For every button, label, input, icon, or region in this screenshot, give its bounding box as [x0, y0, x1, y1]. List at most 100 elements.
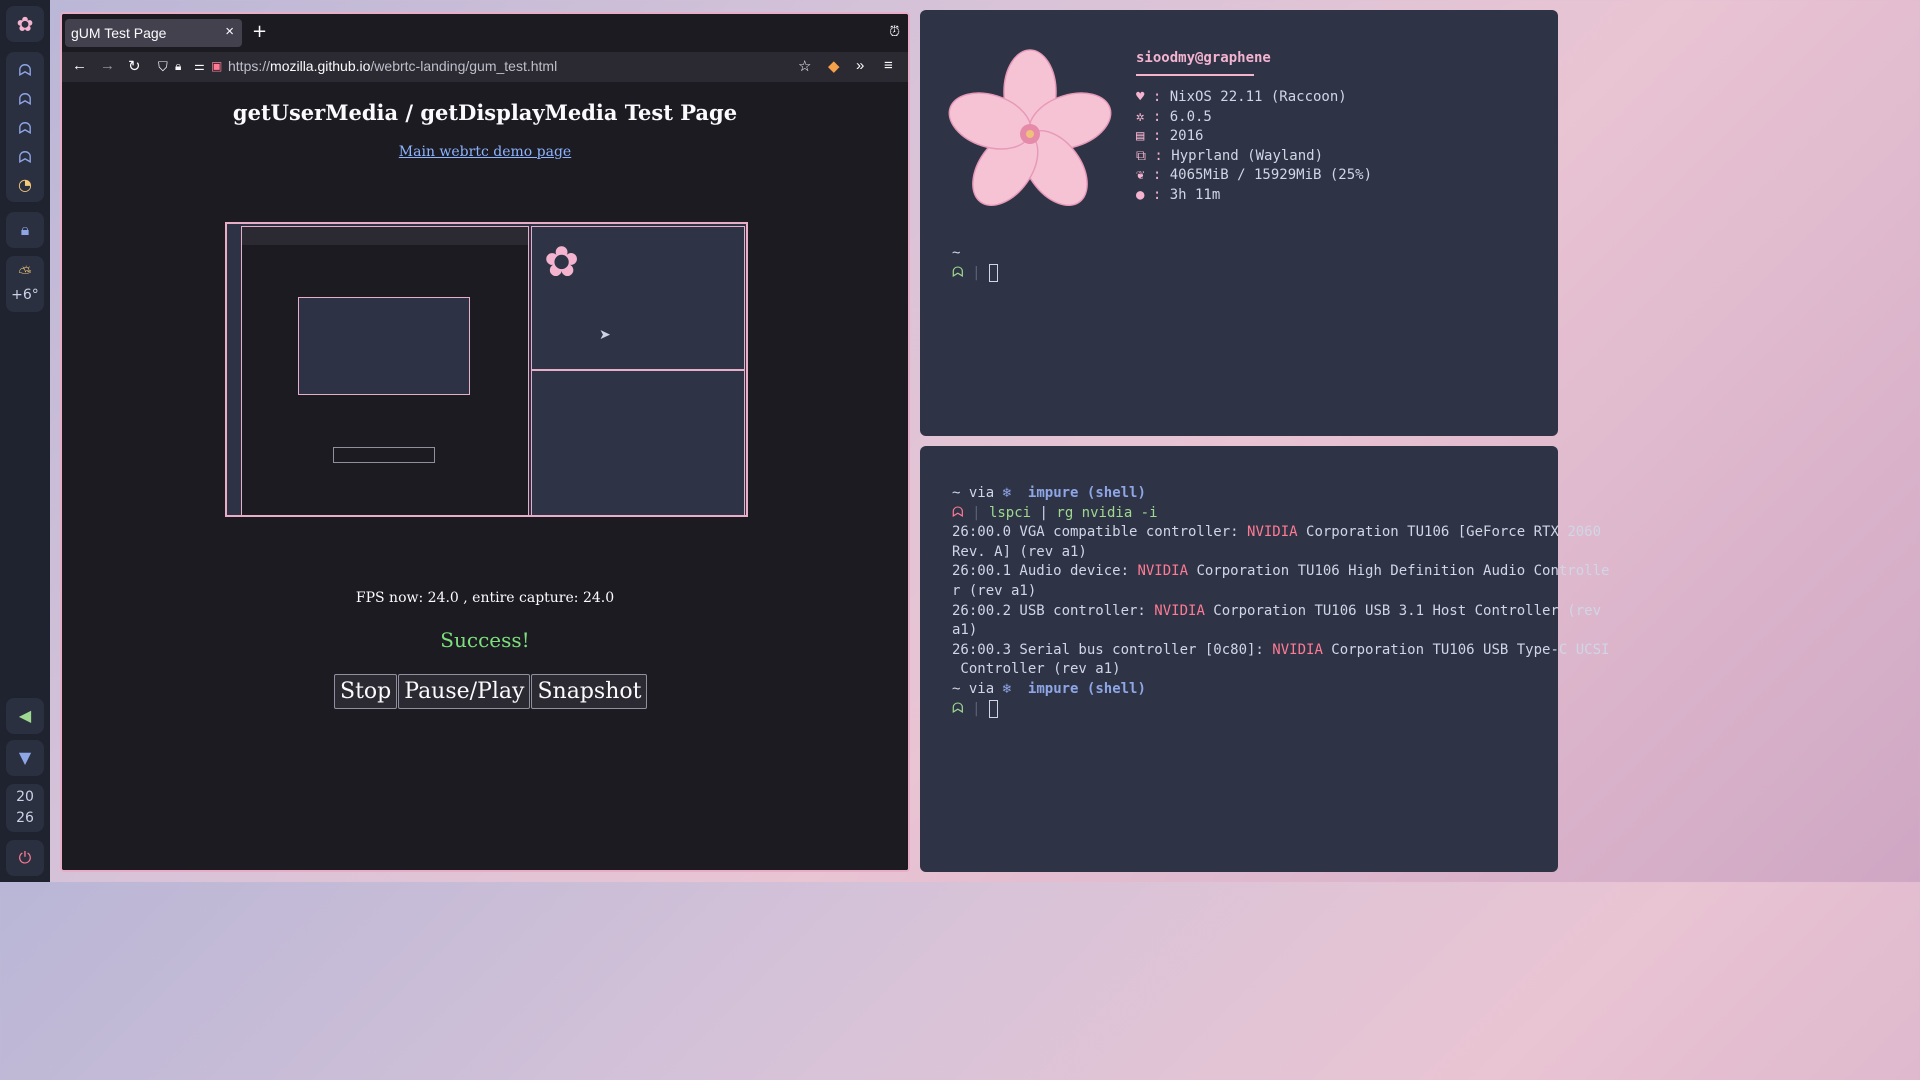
weather-temperature: +6°	[11, 287, 39, 303]
workspace-2-ghost-icon[interactable]: ᗣ	[0, 91, 50, 109]
url-host: mozilla.github.io	[270, 58, 371, 74]
workspace-1-ghost-icon[interactable]: ᗣ	[0, 62, 50, 80]
snowflake-icon: ❄	[1002, 485, 1012, 501]
capture-video[interactable]: ✿ ➤	[225, 222, 748, 517]
bulb-icon: ● :	[1136, 186, 1170, 203]
captured-buttons	[333, 447, 435, 463]
control-buttons: Stop Pause/Play Snapshot	[334, 674, 648, 709]
prompt-ghost-icon: ᗣ	[952, 700, 964, 717]
weather-widget: ⛅︎ +6°	[6, 256, 44, 312]
captured-browser-window	[241, 226, 529, 515]
pause-play-button[interactable]: Pause/Play	[398, 674, 531, 709]
tab-gum-test-page[interactable]: gUM Test Page ×	[65, 19, 242, 47]
username-underline	[1136, 74, 1254, 76]
output-line: 26:00.3 Serial bus controller [0c80]:	[952, 641, 1273, 658]
captured-fetch-terminal: ✿	[531, 226, 745, 370]
weather-icon: ⛅︎	[18, 263, 32, 282]
cherry-blossom-logo	[948, 49, 1112, 206]
fetch-uptime: 3h 11m	[1169, 186, 1221, 203]
prompt-via: via	[968, 485, 995, 501]
prompt-via: via	[968, 680, 995, 697]
terminal-output: ~ via ❄ impure (shell) ᗣ | lspci | rg nv…	[952, 485, 1610, 718]
permissions-icon[interactable]: ⚌	[194, 59, 205, 73]
output-line: 26:00.1 Audio device:	[952, 563, 1138, 580]
output-line: Controller (rev a1)	[952, 661, 1121, 678]
bookmark-star-icon[interactable]: ☆	[798, 57, 811, 75]
output-line: Corporation TU106 USB 3.1 Host Controlle…	[1204, 602, 1602, 619]
workspace-active-pacman-icon[interactable]: ◔	[0, 176, 50, 194]
prompt-dir: ~	[952, 485, 961, 501]
clock: 20 26	[6, 784, 44, 832]
url-scheme: https://	[228, 58, 271, 74]
vendor-highlight: NVIDIA	[1137, 563, 1189, 580]
output-line: 26:00.0 VGA compatible controller:	[952, 524, 1248, 541]
command-lspci: lspci	[988, 504, 1032, 521]
output-line: Corporation TU106 [GeForce RTX 2060	[1297, 524, 1602, 541]
memory-icon: ❦ :	[1136, 167, 1170, 184]
workspace-4-ghost-icon[interactable]: ᗣ	[0, 149, 50, 167]
prompt-dir: ~	[952, 245, 961, 261]
lock-icon[interactable]: 🔒︎	[175, 59, 181, 74]
hamburger-menu-icon[interactable]: ≡	[884, 57, 893, 74]
new-tab-plus-icon[interactable]: +	[252, 21, 267, 42]
screen-share-indicator-icon[interactable]: ▣	[211, 59, 222, 73]
shield-icon[interactable]: ⛉	[158, 59, 168, 75]
captured-nested-video	[298, 297, 470, 395]
wifi-button[interactable]: ▼	[6, 740, 44, 776]
snowflake-icon: ❄	[1002, 680, 1012, 697]
output-line: a1)	[952, 622, 978, 639]
prompt-env: impure (shell)	[1027, 680, 1146, 697]
package-icon: ▤ :	[1136, 128, 1170, 145]
prompt-dir: ~	[952, 680, 961, 697]
vendor-highlight: NVIDIA	[1272, 641, 1323, 658]
volume-icon: ◀︎	[18, 706, 32, 725]
fetch-kernel: 6.0.5	[1169, 108, 1212, 125]
lock-button[interactable]: 🔒︎	[6, 212, 44, 248]
power-button[interactable]: ⏻	[6, 840, 44, 876]
reload-icon[interactable]: ↻	[128, 57, 141, 75]
terminal-cursor	[988, 699, 998, 718]
fetch-username: sioodmy@graphene	[1136, 50, 1271, 66]
window-icon: ⧉ :	[1136, 147, 1172, 164]
clock-minutes: 26	[16, 810, 34, 826]
output-line: 26:00.2 USB controller:	[952, 602, 1155, 619]
mouse-cursor-icon: ➤	[599, 327, 611, 343]
back-arrow-icon[interactable]: ←	[72, 57, 87, 74]
browser-window: gUM Test Page × + ⏰︎ ← → ↻ ⛉ 🔒︎ ⚌ ▣ http…	[60, 12, 910, 872]
launcher-button[interactable]: ✿	[6, 6, 44, 42]
url-path: /webrtc-landing/gum_test.html	[370, 58, 558, 74]
prompt-env: impure (shell)	[1027, 485, 1146, 501]
fetch-os: NixOS 22.11 (Raccoon)	[1169, 89, 1347, 105]
workspace-3-ghost-icon[interactable]: ᗣ	[0, 120, 50, 138]
tab-title: gUM Test Page	[71, 25, 167, 41]
captured-flower-icon: ✿	[544, 237, 580, 286]
captured-toolbar	[242, 227, 528, 245]
forward-arrow-icon[interactable]: →	[100, 57, 115, 74]
shell-terminal[interactable]: ~ via ❄ impure (shell) ᗣ | lspci | rg nv…	[920, 446, 1609, 872]
overflow-chevron-icon[interactable]: »	[856, 57, 864, 74]
lock-icon: 🔒︎	[20, 220, 30, 239]
web-page: getUserMedia / getDisplayMedia Test Page…	[62, 82, 908, 870]
workspaces: ᗣ ᗣ ᗣ ᗣ ◔	[6, 52, 44, 202]
url-bar[interactable]: https://mozilla.github.io/webrtc-landing…	[228, 58, 557, 74]
output-line: Rev. A] (rev a1)	[952, 543, 1087, 560]
command-rg: rg nvidia -i	[1056, 504, 1158, 521]
vendor-highlight: NVIDIA	[1247, 524, 1298, 541]
vendor-highlight: NVIDIA	[1154, 602, 1205, 619]
clock-hours: 20	[16, 789, 34, 805]
captured-shell-terminal	[531, 370, 745, 515]
close-tab-icon[interactable]: ×	[225, 23, 234, 40]
snapshot-button[interactable]: Snapshot	[531, 674, 648, 709]
status-message: Success!	[440, 628, 530, 652]
terminal-cursor	[988, 263, 998, 282]
alarm-icon[interactable]: ⏰︎	[889, 24, 900, 40]
stop-button[interactable]: Stop	[334, 674, 398, 709]
extension-fox-icon[interactable]: ◆	[828, 57, 840, 75]
output-line: Corporation TU106 High Definition Audio …	[1188, 563, 1610, 580]
gear-icon: ✲ :	[1136, 108, 1170, 125]
demo-page-link[interactable]: Main webrtc demo page	[62, 144, 908, 160]
output-line: r (rev a1)	[952, 582, 1037, 599]
volume-button[interactable]: ◀︎	[6, 698, 44, 734]
prompt-ghost-icon: ᗣ	[952, 504, 964, 521]
fetch-terminal[interactable]: sioodmy@graphene ♥ : NixOS 22.11 (Raccoo…	[920, 10, 1558, 436]
